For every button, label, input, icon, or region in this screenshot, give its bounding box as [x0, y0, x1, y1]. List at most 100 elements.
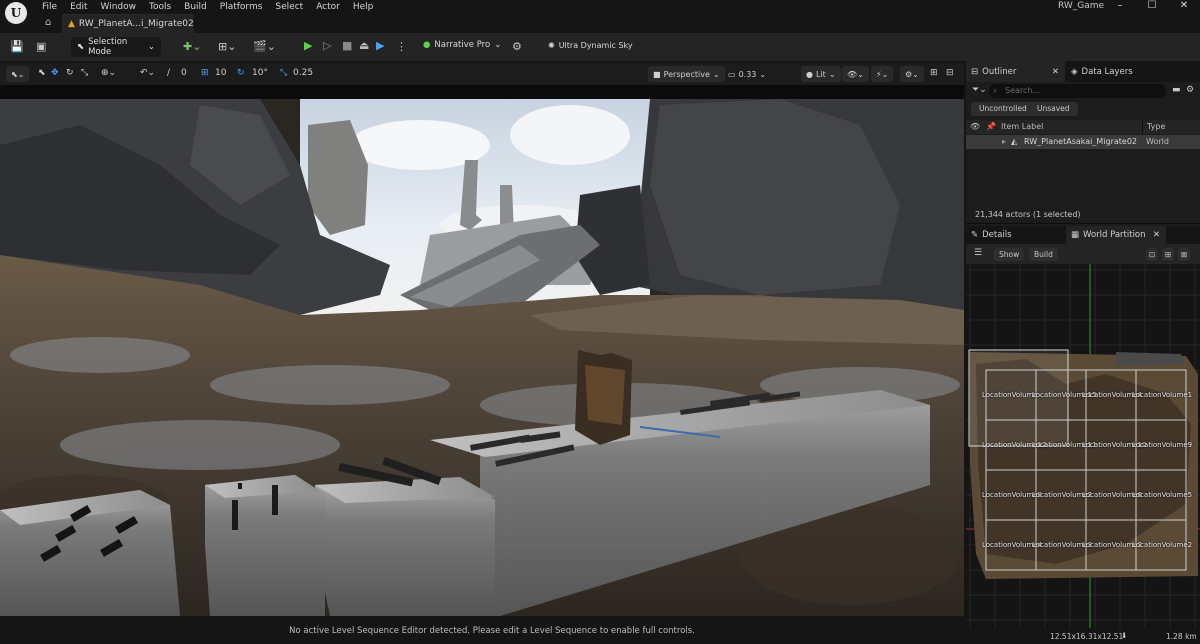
lit-sphere-icon: ● [806, 69, 813, 79]
unreal-logo-icon[interactable]: U [5, 2, 27, 24]
menu-platforms[interactable]: Platforms [220, 2, 272, 12]
close-tab-icon[interactable]: ✕ [1052, 67, 1059, 77]
perspective-label: Perspective [663, 69, 710, 79]
tab-world-partition[interactable]: ▦ World Partition ✕ [1066, 226, 1166, 244]
add-folder-icon[interactable]: ▬ [1172, 85, 1181, 95]
camera-icon: ■ [653, 69, 661, 79]
menu-icon[interactable]: ☰ [974, 248, 982, 258]
chevron-down-icon: ⌄ [494, 40, 502, 50]
main-toolbar: 💾 ▣ ⬉ Selection Mode ⌄ ✚⌄ ⊞⌄ 🎬⌄ ▶ ▷ ■ ⏏ … [0, 33, 1200, 61]
focus-world-icon[interactable]: ⊞ [1162, 248, 1175, 261]
level-viewport[interactable] [0, 85, 964, 616]
scale-snap-icon[interactable]: ⤡ [280, 68, 287, 78]
performance-dropdown[interactable]: ⚡⌄ [871, 66, 894, 82]
outliner-header: 👁 📌 Item Label Type [966, 120, 1200, 134]
narrative-pro-dropdown[interactable]: ● Narrative Pro ⌄ [423, 40, 501, 50]
coords-readout: 12.51x16.31x12.51 [1050, 632, 1124, 641]
viewport-settings-dropdown[interactable]: ⚙⌄ [900, 66, 924, 82]
level-tab-label: RW_PlanetA...i_Migrate02 [78, 19, 194, 29]
menu-edit[interactable]: Edit [70, 2, 96, 12]
chevron-down-icon: ⌄ [759, 69, 767, 79]
build-button[interactable]: Build [1029, 248, 1058, 261]
selection-mode-dropdown[interactable]: ⬉ Selection Mode ⌄ [71, 37, 161, 57]
maximize-icon[interactable]: ☐ [1136, 0, 1168, 13]
outliner-search-input[interactable]: ⌕ Search... [989, 84, 1166, 98]
menu-help[interactable]: Help [353, 2, 383, 12]
sun-icon: ✺ [548, 41, 555, 50]
focus-selection-icon[interactable]: ⊡ [1146, 248, 1159, 261]
eject-icon[interactable]: ⏏ [359, 39, 369, 52]
search-icon: ⌕ [993, 86, 998, 95]
menu-select[interactable]: Select [275, 2, 312, 12]
rotate-snap-icon[interactable]: ∕ [167, 68, 170, 78]
surface-snap-icon[interactable]: ↶⌄ [140, 68, 155, 78]
home-icon[interactable]: ⌂ [45, 17, 51, 28]
viewport-status-message: No active Level Sequence Editor detected… [0, 616, 964, 644]
blueprint-icon[interactable]: ⊞⌄ [218, 40, 236, 53]
save-icon[interactable]: 💾 [10, 40, 24, 53]
close-tab-icon[interactable]: ✕ [1153, 230, 1160, 240]
more-options-icon[interactable]: ⋮ [396, 40, 407, 53]
row-type: World [1146, 137, 1169, 146]
settings-icon[interactable]: ⚙ [1186, 85, 1194, 95]
scale-readout: 1.28 km [1166, 632, 1197, 641]
toggle-view-icon[interactable]: ⊠ [1178, 248, 1191, 261]
close-icon[interactable]: ✕ [1168, 0, 1200, 13]
play-icon[interactable]: ▶ [304, 39, 312, 52]
outliner-tabs: ⊟ Outliner ✕ ◈ Data Layers [966, 61, 1200, 82]
world-space-icon[interactable]: ⊕⌄ [101, 68, 116, 78]
select-icon[interactable]: ⬉ [38, 68, 46, 78]
pin-icon[interactable]: 📌 [986, 122, 996, 131]
perspective-dropdown[interactable]: ■ Perspective ⌄ [648, 66, 725, 82]
world-partition-status: 12.51x16.31x12.51 ⬇ 1.28 km [966, 628, 1200, 644]
maximize-viewport-icon[interactable]: ⊟ [946, 68, 954, 78]
camera-speed-dropdown[interactable]: ▭ 0.33 ⌄ [723, 66, 771, 82]
layout-icon[interactable]: ⊞ [930, 68, 938, 78]
tab-data-layers[interactable]: ◈ Data Layers [1066, 61, 1176, 82]
camera-settings-icon[interactable]: ⚙ [512, 40, 522, 53]
world-partition-tab-label: World Partition [1083, 230, 1146, 240]
grid-snap-icon[interactable]: ⊞ [201, 68, 209, 78]
cinematics-icon[interactable]: 🎬⌄ [253, 40, 276, 53]
filter-uncontrolled-button[interactable]: Uncontrolled [971, 102, 1035, 116]
menu-window[interactable]: Window [101, 2, 146, 12]
transform-mode-dropdown[interactable]: ⬉⌄ [6, 66, 30, 82]
filter-unsaved-button[interactable]: Unsaved [1029, 102, 1078, 116]
translate-icon[interactable]: ✥ [51, 68, 59, 78]
visibility-icon[interactable]: 👁 [970, 122, 980, 131]
col-type[interactable]: Type [1142, 120, 1165, 134]
outliner-row-world[interactable]: ▸ ◭ RW_PlanetAsakai_Migrate02 (Ed World [966, 135, 1200, 149]
level-tab[interactable]: ▲ RW_PlanetA...i_Migrate02 [62, 14, 194, 33]
tab-details[interactable]: ✎ Details [966, 226, 1065, 244]
show-flags-dropdown[interactable]: 👁⌄ [842, 66, 869, 82]
angle-snap-value[interactable]: 10° [252, 68, 268, 78]
menu-tools[interactable]: Tools [149, 2, 180, 12]
menu-file[interactable]: File [42, 2, 66, 12]
add-actor-icon[interactable]: ✚⌄ [183, 40, 201, 53]
scale-snap-value[interactable]: 0.25 [293, 68, 313, 78]
level-warning-icon: ▲ [68, 19, 75, 29]
show-button[interactable]: Show [994, 248, 1025, 261]
col-item-label[interactable]: Item Label [1001, 122, 1043, 131]
ultra-dynamic-sky-button[interactable]: ✺ Ultra Dynamic Sky [548, 41, 633, 50]
menu-actor[interactable]: Actor [316, 2, 349, 12]
location-volume-label: LocationVolume9 [1132, 441, 1193, 449]
details-tab-label: Details [982, 230, 1012, 240]
rotate-icon[interactable]: ↻ [66, 68, 74, 78]
view-mode-dropdown[interactable]: ● Lit ⌄ [801, 66, 841, 82]
filter-icon[interactable]: ⏷⌄ [972, 85, 987, 95]
world-partition-minimap[interactable]: LocationVolume LocationVolume15 LocationVo… [966, 264, 1200, 628]
browse-icon[interactable]: ▣ [36, 40, 46, 53]
tab-outliner[interactable]: ⊟ Outliner ✕ [966, 61, 1065, 82]
minimize-icon[interactable]: – [1104, 0, 1136, 13]
expand-arrow-icon[interactable]: ▸ [1002, 137, 1006, 146]
location-volume-label: LocationVolume2 [1132, 541, 1193, 549]
grid-snap-value[interactable]: 10 [215, 68, 226, 78]
menu-build[interactable]: Build [184, 2, 216, 12]
stop-icon[interactable]: ■ [342, 39, 352, 52]
launch-icon[interactable]: ▶ [376, 39, 384, 52]
scale-icon[interactable]: ⤡ [81, 68, 88, 78]
rotate-snap-value[interactable]: 0 [181, 68, 187, 78]
step-icon[interactable]: ▷ [323, 39, 331, 52]
angle-snap-icon[interactable]: ↻ [237, 68, 245, 78]
